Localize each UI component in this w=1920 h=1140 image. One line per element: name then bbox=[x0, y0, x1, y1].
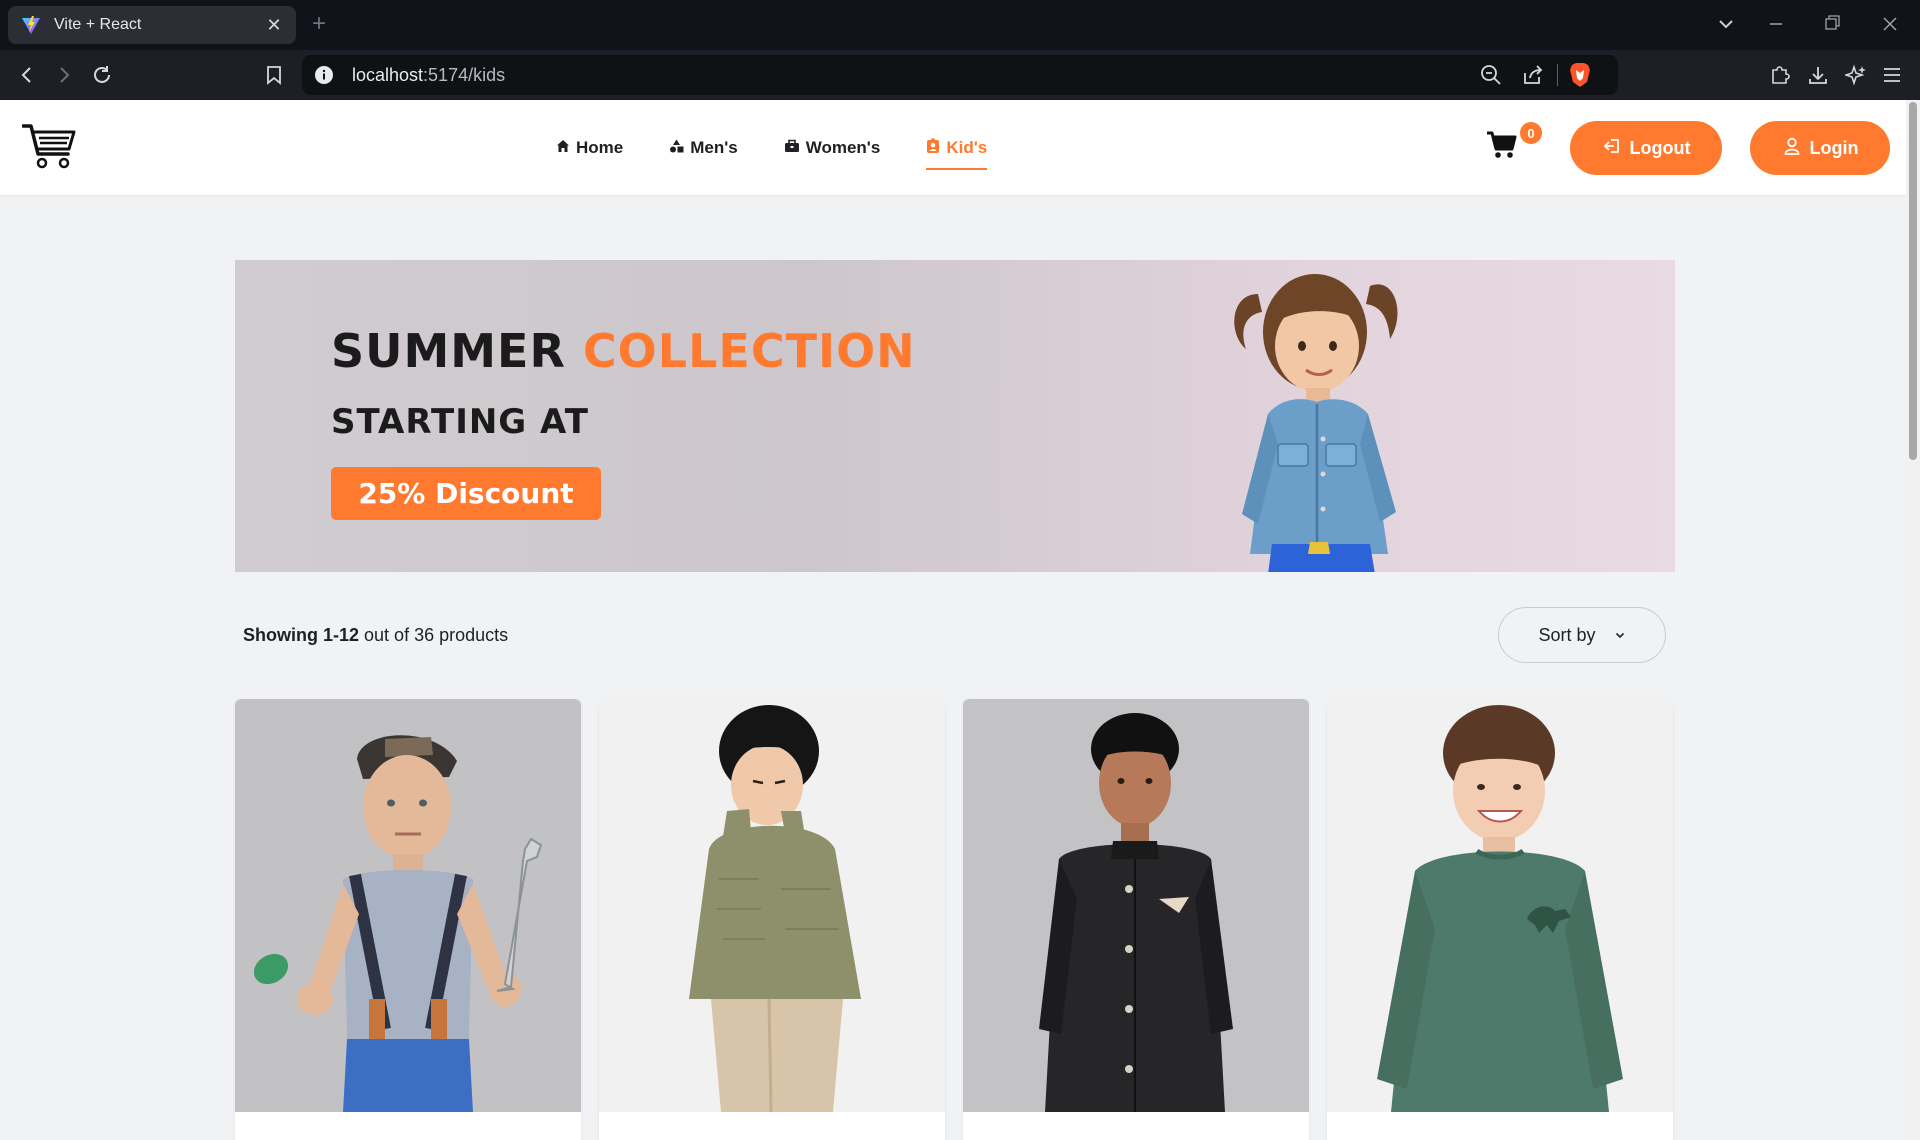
download-icon[interactable] bbox=[1806, 63, 1830, 87]
cart-icon[interactable] bbox=[1486, 130, 1520, 164]
bookmark-icon[interactable] bbox=[262, 63, 286, 87]
tab-close-icon[interactable]: ✕ bbox=[264, 15, 284, 36]
url-host: localhost bbox=[352, 65, 424, 85]
product-image-boy-wrench bbox=[235, 699, 581, 1112]
url-text: localhost:5174/kids bbox=[352, 65, 505, 86]
reload-icon[interactable] bbox=[90, 63, 114, 87]
main-nav: Home Men's Women's Kid's bbox=[556, 130, 988, 170]
logout-icon bbox=[1602, 136, 1622, 161]
nav-item-label: Kid's bbox=[946, 138, 988, 157]
banner-heading-word2: COLLECTION bbox=[582, 324, 916, 378]
forward-icon[interactable] bbox=[52, 63, 76, 87]
home-icon bbox=[556, 138, 570, 158]
share-icon[interactable] bbox=[1522, 64, 1544, 91]
url-bar[interactable]: localhost:5174/kids bbox=[302, 55, 1618, 95]
nav-item-home[interactable]: Home bbox=[556, 130, 623, 166]
minimize-icon[interactable] bbox=[1768, 12, 1784, 42]
product-grid bbox=[235, 699, 1675, 1140]
tab-title: Vite + React bbox=[54, 16, 142, 33]
sort-by-dropdown[interactable]: Sort by bbox=[1498, 607, 1666, 663]
site-header: Home Men's Women's Kid's 0 Logout Login bbox=[0, 100, 1906, 196]
product-card[interactable] bbox=[235, 699, 581, 1140]
close-window-icon[interactable] bbox=[1882, 12, 1898, 42]
menu-icon[interactable] bbox=[1880, 63, 1904, 87]
chevron-down-icon bbox=[1614, 625, 1626, 646]
divider bbox=[1557, 64, 1558, 86]
restore-icon[interactable] bbox=[1824, 12, 1840, 42]
product-card[interactable] bbox=[599, 699, 945, 1140]
extensions-icon[interactable] bbox=[1768, 63, 1792, 87]
browser-tab-bar: Vite + React ✕ + bbox=[0, 0, 1920, 50]
product-card[interactable] bbox=[963, 699, 1309, 1140]
banner-girl-image bbox=[1234, 274, 1398, 572]
product-card[interactable] bbox=[1327, 699, 1673, 1140]
showing-range: Showing 1-12 bbox=[243, 625, 360, 645]
kid-icon bbox=[926, 138, 940, 159]
sort-by-label: Sort by bbox=[1538, 624, 1596, 645]
nav-item-kids[interactable]: Kid's bbox=[926, 130, 988, 170]
product-image-boy-black-jacket bbox=[963, 699, 1309, 1112]
back-icon[interactable] bbox=[15, 63, 39, 87]
nav-item-label: Men's bbox=[690, 138, 738, 157]
cart-count-badge: 0 bbox=[1520, 122, 1542, 144]
nav-item-womens[interactable]: Women's bbox=[784, 130, 881, 166]
page-scrollbar[interactable] bbox=[1906, 100, 1920, 1140]
brave-shield-icon[interactable] bbox=[1568, 62, 1592, 93]
site-info-icon[interactable] bbox=[314, 65, 334, 90]
login-label: Login bbox=[1809, 137, 1859, 158]
briefcase-icon bbox=[784, 138, 800, 158]
product-count-text: Showing 1-12 out of 36 products bbox=[243, 625, 508, 646]
tab-list-chevron-icon[interactable] bbox=[1718, 12, 1734, 42]
login-button[interactable]: Login bbox=[1750, 121, 1890, 175]
browser-tab[interactable]: Vite + React ✕ bbox=[8, 6, 296, 44]
scrollbar-thumb[interactable] bbox=[1909, 102, 1917, 460]
shop-logo-cart-icon[interactable] bbox=[21, 122, 76, 175]
logout-label: Logout bbox=[1629, 137, 1691, 158]
browser-toolbar: localhost:5174/kids bbox=[0, 50, 1920, 100]
product-image-boy-dinosaur-sweatshirt bbox=[1327, 699, 1673, 1112]
new-tab-icon[interactable]: + bbox=[312, 12, 326, 36]
product-image-boy-sweater bbox=[599, 699, 945, 1112]
nav-item-mens[interactable]: Men's bbox=[669, 130, 738, 166]
user-icon bbox=[1782, 136, 1802, 161]
leo-ai-icon[interactable] bbox=[1844, 63, 1868, 87]
zoom-icon[interactable] bbox=[1480, 64, 1502, 91]
vite-logo-icon bbox=[20, 14, 42, 36]
summer-collection-banner[interactable]: SUMMER COLLECTION STARTING AT 25% Discou… bbox=[235, 260, 1675, 572]
logout-button[interactable]: Logout bbox=[1570, 121, 1722, 175]
banner-heading-word1: SUMMER bbox=[331, 324, 566, 378]
url-path: :5174/kids bbox=[423, 65, 506, 85]
banner-heading: SUMMER COLLECTION bbox=[331, 324, 916, 378]
showing-total: out of 36 products bbox=[364, 625, 509, 645]
banner-discount-badge: 25% Discount bbox=[331, 467, 601, 520]
banner-subheading: STARTING AT bbox=[331, 402, 589, 442]
shapes-icon bbox=[669, 138, 684, 158]
nav-item-label: Women's bbox=[805, 138, 881, 157]
nav-item-label: Home bbox=[576, 138, 624, 157]
